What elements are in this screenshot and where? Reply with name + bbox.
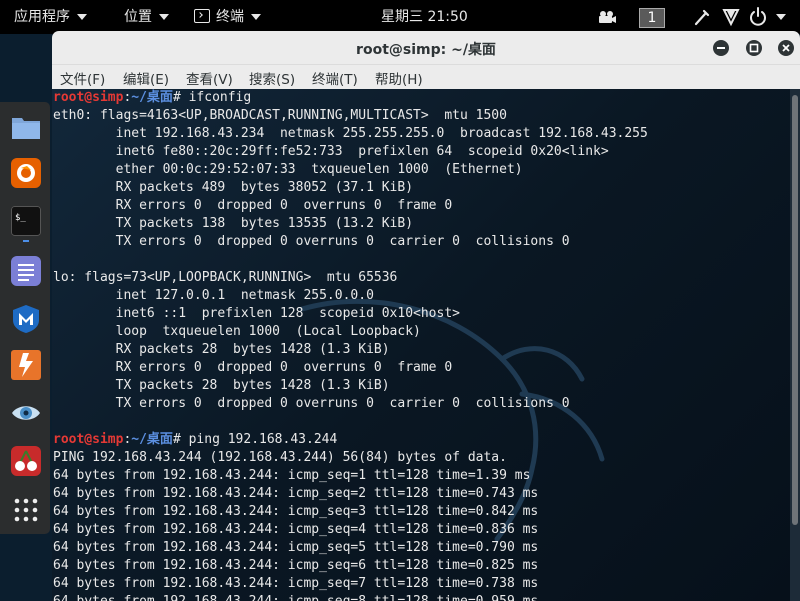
places-menu[interactable]: 位置 bbox=[124, 0, 169, 34]
command-text: ping 192.168.43.244 bbox=[180, 432, 338, 447]
output-line: 64 bytes from 192.168.43.244: icmp_seq=8… bbox=[53, 593, 538, 601]
close-button[interactable] bbox=[778, 40, 794, 56]
app-grid-icon[interactable] bbox=[11, 494, 41, 524]
chevron-down-icon bbox=[77, 14, 87, 20]
output-line: 64 bytes from 192.168.43.244: icmp_seq=4… bbox=[53, 522, 539, 537]
output-line: 64 bytes from 192.168.43.244: icmp_seq=3… bbox=[53, 504, 539, 519]
terminal-app-menu[interactable]: 终端 bbox=[194, 0, 261, 34]
output-line: 64 bytes from 192.168.43.244: icmp_seq=2… bbox=[53, 486, 539, 501]
volume-icon[interactable] bbox=[721, 0, 741, 34]
terminal-icon bbox=[194, 9, 210, 23]
title-bar[interactable]: root@simp: ~/桌面 bbox=[52, 31, 800, 65]
scrollbar-thumb[interactable] bbox=[792, 95, 798, 525]
prompt-symbol: # bbox=[172, 90, 181, 105]
terminal-app-label: 终端 bbox=[216, 9, 244, 25]
menu-terminal[interactable]: 终端(T) bbox=[312, 68, 358, 88]
output-line: 64 bytes from 192.168.43.244: icmp_seq=7… bbox=[53, 576, 539, 591]
running-indicator bbox=[23, 240, 29, 242]
output-line: RX packets 28 bytes 1428 (1.3 KiB) bbox=[53, 342, 390, 357]
prompt-user: root@simp bbox=[53, 90, 124, 105]
workspace-indicator[interactable]: 1 bbox=[639, 8, 665, 28]
applications-menu[interactable]: 应用程序 bbox=[14, 0, 87, 34]
menu-edit[interactable]: 编辑(E) bbox=[123, 68, 169, 88]
burpsuite-icon[interactable] bbox=[11, 350, 41, 380]
output-line: 64 bytes from 192.168.43.244: icmp_seq=5… bbox=[53, 540, 539, 555]
prompt-path: ~/桌面 bbox=[131, 90, 173, 105]
cherrytree-icon[interactable] bbox=[11, 446, 41, 476]
chevron-down-icon bbox=[776, 14, 786, 20]
output-line: inet6 ::1 prefixlen 128 scopeid 0x10<hos… bbox=[53, 306, 460, 321]
chevron-down-icon bbox=[159, 14, 169, 20]
menu-help[interactable]: 帮助(H) bbox=[375, 68, 423, 88]
output-line: TX errors 0 dropped 0 overruns 0 carrier… bbox=[53, 234, 570, 249]
metasploit-icon[interactable] bbox=[11, 304, 41, 334]
command-text: ifconfig bbox=[180, 90, 252, 105]
window-title: root@simp: ~/桌面 bbox=[356, 42, 496, 58]
places-label: 位置 bbox=[124, 9, 152, 25]
output-line: inet6 fe80::20c:29ff:fe52:733 prefixlen … bbox=[53, 144, 609, 159]
chevron-down-icon bbox=[251, 14, 261, 20]
eye-icon[interactable] bbox=[11, 398, 41, 428]
prompt-path: ~/桌面 bbox=[131, 432, 173, 447]
output-line: loop txqueuelen 1000 (Local Loopback) bbox=[53, 324, 421, 339]
menu-view[interactable]: 查看(V) bbox=[186, 68, 233, 88]
firefox-icon[interactable] bbox=[11, 158, 41, 188]
output-line: 64 bytes from 192.168.43.244: icmp_seq=6… bbox=[53, 558, 539, 573]
output-line: 64 bytes from 192.168.43.244: icmp_seq=1… bbox=[53, 468, 531, 483]
maximize-button[interactable] bbox=[746, 40, 762, 56]
terminal-window: root@simp: ~/桌面 文件(F) 编辑(E) 查看(V) 搜索(S) … bbox=[52, 31, 800, 601]
output-line: TX packets 138 bytes 13535 (13.2 KiB) bbox=[53, 216, 414, 231]
output-line: lo: flags=73<UP,LOOPBACK,RUNNING> mtu 65… bbox=[53, 270, 398, 285]
output-line: inet 127.0.0.1 netmask 255.0.0.0 bbox=[53, 288, 374, 303]
terminal-output[interactable]: root@simp:~/桌面# ifconfig eth0: flags=416… bbox=[52, 89, 800, 601]
output-line: RX errors 0 dropped 0 overruns 0 frame 0 bbox=[53, 198, 453, 213]
output-line: RX errors 0 dropped 0 overruns 0 frame 0 bbox=[53, 360, 453, 375]
menu-search[interactable]: 搜索(S) bbox=[249, 68, 295, 88]
prompt-line: root@simp:~/桌面# ping 192.168.43.244 bbox=[53, 431, 337, 449]
output-line: eth0: flags=4163<UP,BROADCAST,RUNNING,MU… bbox=[53, 108, 507, 123]
clock-label: 星期三 21:50 bbox=[381, 9, 468, 25]
terminal-icon[interactable]: $_ bbox=[11, 206, 41, 236]
output-line: PING 192.168.43.244 (192.168.43.244) 56(… bbox=[53, 450, 507, 465]
eyedropper-icon[interactable] bbox=[693, 0, 711, 34]
svg-text:$_: $_ bbox=[15, 213, 26, 223]
minimize-button[interactable] bbox=[713, 40, 729, 56]
dock: $_ bbox=[0, 102, 50, 534]
output-line: TX errors 0 dropped 0 overruns 0 carrier… bbox=[53, 396, 570, 411]
output-line: ether 00:0c:29:52:07:33 txqueuelen 1000 … bbox=[53, 162, 523, 177]
camera-icon[interactable] bbox=[597, 0, 617, 34]
prompt-user: root@simp bbox=[53, 432, 124, 447]
scrollbar[interactable] bbox=[790, 89, 800, 601]
output-line: TX packets 28 bytes 1428 (1.3 KiB) bbox=[53, 378, 390, 393]
menu-bar: 文件(F) 编辑(E) 查看(V) 搜索(S) 终端(T) 帮助(H) bbox=[52, 65, 800, 89]
applications-label: 应用程序 bbox=[14, 9, 70, 25]
top-panel: 应用程序 位置 终端 星期三 21:50 1 bbox=[0, 0, 800, 34]
prompt-symbol: # bbox=[172, 432, 181, 447]
output-line: inet 192.168.43.234 netmask 255.255.255.… bbox=[53, 126, 648, 141]
prompt-line: root@simp:~/桌面# ifconfig bbox=[53, 89, 251, 107]
output-line: RX packets 489 bytes 38052 (37.1 KiB) bbox=[53, 180, 414, 195]
files-icon[interactable] bbox=[11, 112, 41, 142]
menu-file[interactable]: 文件(F) bbox=[60, 68, 105, 88]
power-icon[interactable] bbox=[749, 0, 767, 34]
system-menu-chevron[interactable] bbox=[776, 0, 786, 34]
text-editor-icon[interactable] bbox=[11, 256, 41, 286]
clock[interactable]: 星期三 21:50 bbox=[381, 0, 468, 34]
